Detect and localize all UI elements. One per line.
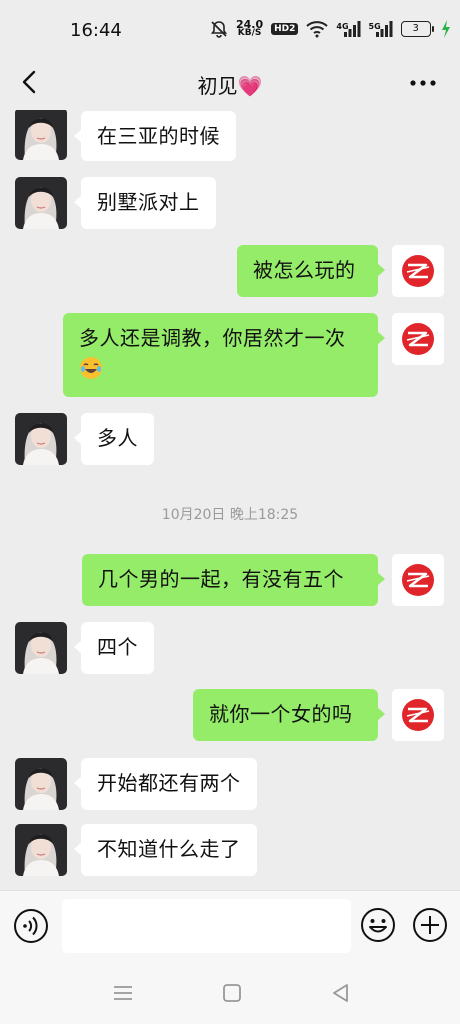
wifi-icon: [306, 21, 329, 38]
message-bubble[interactable]: 在三亚的时候: [74, 111, 236, 161]
avatar[interactable]: [392, 245, 444, 297]
input-bar: [0, 890, 460, 963]
avatar[interactable]: [392, 313, 444, 365]
plus-icon[interactable]: [412, 907, 448, 943]
avatar[interactable]: [15, 110, 67, 160]
bell-muted-icon: [210, 21, 228, 38]
chat-title: 初见💗: [197, 74, 263, 98]
avatar[interactable]: [15, 177, 67, 229]
signal-1: 4G: [336, 21, 361, 37]
message-text: 就你一个女的吗: [209, 702, 353, 726]
emoji-icon[interactable]: [360, 907, 396, 943]
ellipsis-icon[interactable]: [408, 70, 438, 96]
message-bubble[interactable]: 多人: [74, 413, 154, 465]
message-text: 多人还是调教，你居然才一次: [79, 326, 346, 350]
battery-icon: 3: [400, 21, 434, 37]
menu-icon[interactable]: [112, 982, 134, 1004]
message-text: 多人: [97, 426, 138, 450]
hd-badge: HD2: [271, 23, 299, 35]
timestamp: 10月20日 晚上18:25: [161, 507, 299, 523]
message-text: 在三亚的时候: [97, 124, 220, 148]
message-bubble[interactable]: 别墅派对上: [74, 177, 216, 229]
message-bubble[interactable]: 被怎么玩的: [237, 245, 385, 297]
status-time: 16:44: [70, 20, 122, 41]
message-text: 开始都还有两个: [97, 771, 241, 795]
status-icons: 24.0 KB/S HD2 4G 5G 3: [210, 18, 451, 40]
message-bubble[interactable]: 几个男的一起，有没有五个: [82, 554, 385, 606]
avatar[interactable]: [392, 689, 444, 741]
message-bubble[interactable]: 多人还是调教，你居然才一次: [63, 313, 385, 397]
signal-2: 5G: [369, 21, 393, 37]
message-text: 被怎么玩的: [253, 258, 356, 282]
back-triangle-icon[interactable]: [330, 982, 352, 1004]
avatar[interactable]: [392, 554, 444, 606]
avatar[interactable]: [15, 622, 67, 674]
message-text: 几个男的一起，有没有五个: [98, 567, 344, 591]
avatar[interactable]: [15, 824, 67, 876]
net-speed: 24.0 KB/S: [236, 19, 263, 38]
chat-header: 初见💗: [0, 58, 460, 110]
message-bubble[interactable]: 就你一个女的吗: [193, 689, 385, 741]
avatar[interactable]: [15, 758, 67, 810]
message-text: 别墅派对上: [97, 190, 200, 214]
message-bubble[interactable]: 不知道什么走了: [74, 824, 257, 876]
message-bubble[interactable]: 四个: [74, 622, 154, 674]
message-input[interactable]: [62, 899, 351, 953]
home-icon[interactable]: [221, 982, 243, 1004]
signal-2-label: 5G: [368, 22, 381, 31]
message-text: 不知道什么走了: [97, 837, 241, 861]
chat-messages: 在三亚的时候 别墅派对上 被怎么玩的 多人还是调教，你居然才一次 多人 10月2…: [0, 110, 460, 890]
message-bubble[interactable]: 开始都还有两个: [74, 758, 257, 810]
net-speed-unit: KB/S: [237, 28, 262, 38]
status-bar: 16:44 24.0 KB/S HD2 4G 5G 3: [0, 0, 460, 58]
laughing-tears-emoji: [80, 357, 102, 379]
voice-icon[interactable]: [13, 908, 49, 944]
message-text: 四个: [97, 635, 138, 659]
signal-1-label: 4G: [336, 22, 349, 31]
system-nav-bar: [0, 962, 460, 1024]
avatar[interactable]: [15, 413, 67, 465]
charging-icon: [441, 20, 450, 38]
